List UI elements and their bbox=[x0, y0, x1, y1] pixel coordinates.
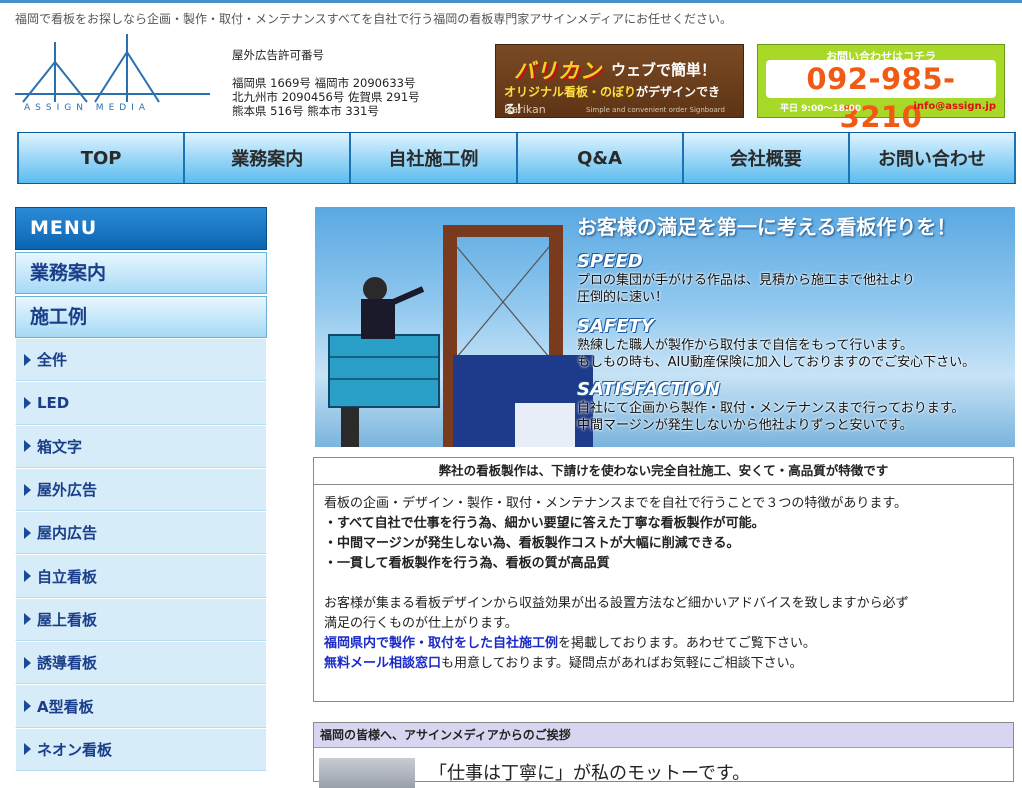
triangle-right-icon bbox=[24, 526, 31, 539]
feature-body: 看板の企画・デザイン・製作・取付・メンテナンスまでを自社で行うことで３つの特徴が… bbox=[314, 485, 1013, 674]
sidebar-item-indoor[interactable]: 屋内広告 bbox=[15, 511, 267, 555]
license-line: 北九州市 2090456号 佐賀県 291号 bbox=[232, 90, 420, 104]
global-nav: TOP 業務案内 自社施工例 Q&A 会社概要 お問い合わせ bbox=[17, 132, 1017, 184]
triangle-right-icon bbox=[24, 570, 31, 583]
sidebar-item-label: 屋内広告 bbox=[37, 524, 98, 543]
hero-section-safety: SAFETY 熟練した職人が製作から取付まで自信をもって行います。 もしもの時も… bbox=[577, 317, 1007, 371]
hero-section-satisfaction: SATISFACTION 自社にて企画から製作・取付・メンテナンスまで行っており… bbox=[577, 380, 1007, 434]
sidebar-item-all[interactable]: 全件 bbox=[15, 338, 267, 382]
feature-bullet: ・すべて自社で仕事を行う為、細かい要望に答えた丁寧な看板製作が可能。 bbox=[324, 516, 765, 531]
feature-bullet: ・中間マージンが発生しない為、看板製作コストが大幅に削減できる。 bbox=[324, 536, 740, 551]
sidebar-item-label: A型看板 bbox=[37, 697, 94, 716]
sidebar-item-label: 屋上看板 bbox=[37, 610, 98, 629]
sidebar-item-a-frame[interactable]: A型看板 bbox=[15, 684, 267, 728]
nav-top[interactable]: TOP bbox=[17, 133, 184, 183]
mail-link-rest: も用意しております。疑問点があればお気軽にご相談下さい。 bbox=[441, 656, 803, 671]
feature-box: 弊社の看板製作は、下請けを使わない完全自社施工、安くて・高品質が特徴です 看板の… bbox=[313, 457, 1014, 702]
business-hours: 平日 9:00～18:00 bbox=[780, 104, 862, 114]
triangle-right-icon bbox=[24, 483, 31, 496]
nav-qa[interactable]: Q&A bbox=[515, 133, 682, 183]
license-title: 屋外広告許可番号 bbox=[232, 48, 324, 62]
sidebar-menu: MENU 業務案内 施工例 全件 LED 箱文字 屋外広告 屋内広告 自立看板 … bbox=[15, 207, 267, 771]
triangle-right-icon bbox=[24, 656, 31, 669]
barikan-sub-b: のぼり bbox=[600, 85, 637, 99]
greeting-photo bbox=[319, 758, 415, 788]
triangle-right-icon bbox=[24, 396, 31, 409]
barikan-banner[interactable]: バリカン ウェブで簡単！ オリジナル看板・のぼりがデザインできる！ Barika… bbox=[495, 44, 744, 118]
sidebar-item-neon[interactable]: ネオン看板 bbox=[15, 727, 267, 771]
sidebar-category-works[interactable]: 施工例 bbox=[15, 296, 267, 338]
feature-heading: 弊社の看板製作は、下請けを使わない完全自社施工、安くて・高品質が特徴です bbox=[314, 458, 1013, 485]
hero-line: 自社にて企画から製作・取付・メンテナンスまで行っております。 bbox=[577, 401, 965, 416]
sidebar-item-label: 誘導看板 bbox=[37, 654, 98, 673]
barikan-brand: Barikan bbox=[504, 103, 546, 116]
menu-title: MENU bbox=[15, 207, 267, 250]
mail-link-line: 無料メール相談窓口も用意しております。疑問点があればお気軽にご相談下さい。 bbox=[324, 654, 1003, 674]
hero-line: 熟練した職人が製作から取付まで自信をもって行います。 bbox=[577, 338, 914, 353]
sidebar-item-label: 箱文字 bbox=[37, 437, 83, 456]
hero-line: プロの集団が手がける作品は、見積から施工まで他社より bbox=[577, 273, 915, 288]
phone-number[interactable]: 092-985-3210 bbox=[766, 60, 996, 134]
contact-banner[interactable]: お問い合わせはコチラ 092-985-3210 平日 9:00～18:00 in… bbox=[757, 44, 1005, 134]
feature-bullet: ・一貫して看板製作を行う為、看板の質が高品質 bbox=[324, 556, 610, 571]
hero-banner: お客様の満足を第一に考える看板作りを！ SPEED プロの集団が手がける作品は、… bbox=[315, 207, 1015, 447]
triangle-right-icon bbox=[24, 613, 31, 626]
top-accent-line bbox=[0, 0, 1022, 3]
license-line: 福岡県 1669号 福岡市 2090633号 bbox=[232, 76, 416, 90]
sidebar-item-led[interactable]: LED bbox=[15, 381, 267, 425]
hero-heading: SPEED bbox=[577, 251, 643, 272]
barikan-small: Simple and convenient order Signboard bbox=[586, 106, 726, 114]
sidebar-item-standing[interactable]: 自立看板 bbox=[15, 554, 267, 598]
nav-contact[interactable]: お問い合わせ bbox=[847, 133, 1017, 183]
triangle-right-icon bbox=[24, 743, 31, 756]
nav-company[interactable]: 会社概要 bbox=[681, 133, 848, 183]
site-tagline: 福岡で看板をお探しなら企画・製作・取付・メンテナンスすべてを自社で行う福岡の看板… bbox=[15, 12, 733, 26]
feature-intro: 看板の企画・デザイン・製作・取付・メンテナンスまでを自社で行うことで３つの特徴が… bbox=[324, 496, 908, 511]
sidebar-item-rooftop[interactable]: 屋上看板 bbox=[15, 597, 267, 642]
license-info: 屋外広告許可番号 福岡県 1669号 福岡市 2090633号 北九州市 209… bbox=[232, 48, 420, 118]
works-link[interactable]: 福岡県内で製作・取付をした自社施工例 bbox=[324, 636, 558, 651]
logo-text: ASSIGN MEDIA bbox=[24, 103, 150, 113]
sidebar-item-guide[interactable]: 誘導看板 bbox=[15, 641, 267, 685]
sidebar-item-outdoor[interactable]: 屋外広告 bbox=[15, 467, 267, 512]
license-line: 熊本県 516号 熊本市 331号 bbox=[232, 104, 379, 118]
mail-consult-link[interactable]: 無料メール相談窓口 bbox=[324, 656, 441, 671]
hero-line: もしもの時も、AIU動産保険に加入しておりますのでご安心下さい。 bbox=[577, 355, 976, 370]
triangle-right-icon bbox=[24, 353, 31, 366]
hero-section-speed: SPEED プロの集団が手がける作品は、見積から施工まで他社より 圧倒的に速い！ bbox=[577, 252, 1007, 306]
hero-line: 中間マージンが発生しないから他社よりずっと安いです。 bbox=[577, 418, 913, 433]
contact-email[interactable]: info@assign.jp bbox=[913, 101, 996, 112]
triangle-right-icon bbox=[24, 440, 31, 453]
hero-heading: SATISFACTION bbox=[577, 379, 721, 400]
greeting-heading: 福岡の皆様へ、アサインメディアからのご挨拶 bbox=[314, 723, 1013, 748]
greeting-box: 福岡の皆様へ、アサインメディアからのご挨拶 「仕事は丁寧に」が私のモットーです。 bbox=[313, 722, 1014, 788]
barikan-headline: ウェブで簡単！ bbox=[611, 61, 717, 79]
nav-services[interactable]: 業務案内 bbox=[183, 133, 350, 183]
sidebar-category-services[interactable]: 業務案内 bbox=[15, 252, 267, 294]
feature-paragraph: 満足の行くものが仕上がります。 bbox=[324, 616, 518, 631]
works-link-line: 福岡県内で製作・取付をした自社施工例を掲載しております。あわせてご覧下さい。 bbox=[324, 634, 1003, 654]
barikan-sub-a: オリジナル看板・ bbox=[504, 85, 601, 99]
sidebar-item-label: 屋外広告 bbox=[37, 481, 98, 500]
hero-line: 圧倒的に速い！ bbox=[577, 290, 669, 305]
hero-heading: SAFETY bbox=[577, 316, 654, 337]
nav-works[interactable]: 自社施工例 bbox=[349, 133, 516, 183]
greeting-motto: 「仕事は丁寧に」が私のモットーです。 bbox=[429, 763, 751, 784]
sidebar-item-box-letters[interactable]: 箱文字 bbox=[15, 424, 267, 468]
feature-paragraph: お客様が集まる看板デザインから収益効果が出る設置方法など細かいアドバイスを致しま… bbox=[324, 596, 909, 611]
works-link-rest: を掲載しております。あわせてご覧下さい。 bbox=[558, 636, 816, 651]
triangle-right-icon bbox=[24, 700, 31, 713]
barikan-logo: バリカン bbox=[514, 59, 602, 83]
sidebar-item-label: 全件 bbox=[37, 351, 68, 370]
sidebar-item-label: ネオン看板 bbox=[37, 740, 113, 759]
sidebar-item-label: 自立看板 bbox=[37, 567, 98, 586]
sidebar-item-label: LED bbox=[37, 393, 70, 412]
hero-title: お客様の満足を第一に考える看板作りを！ bbox=[577, 215, 957, 239]
